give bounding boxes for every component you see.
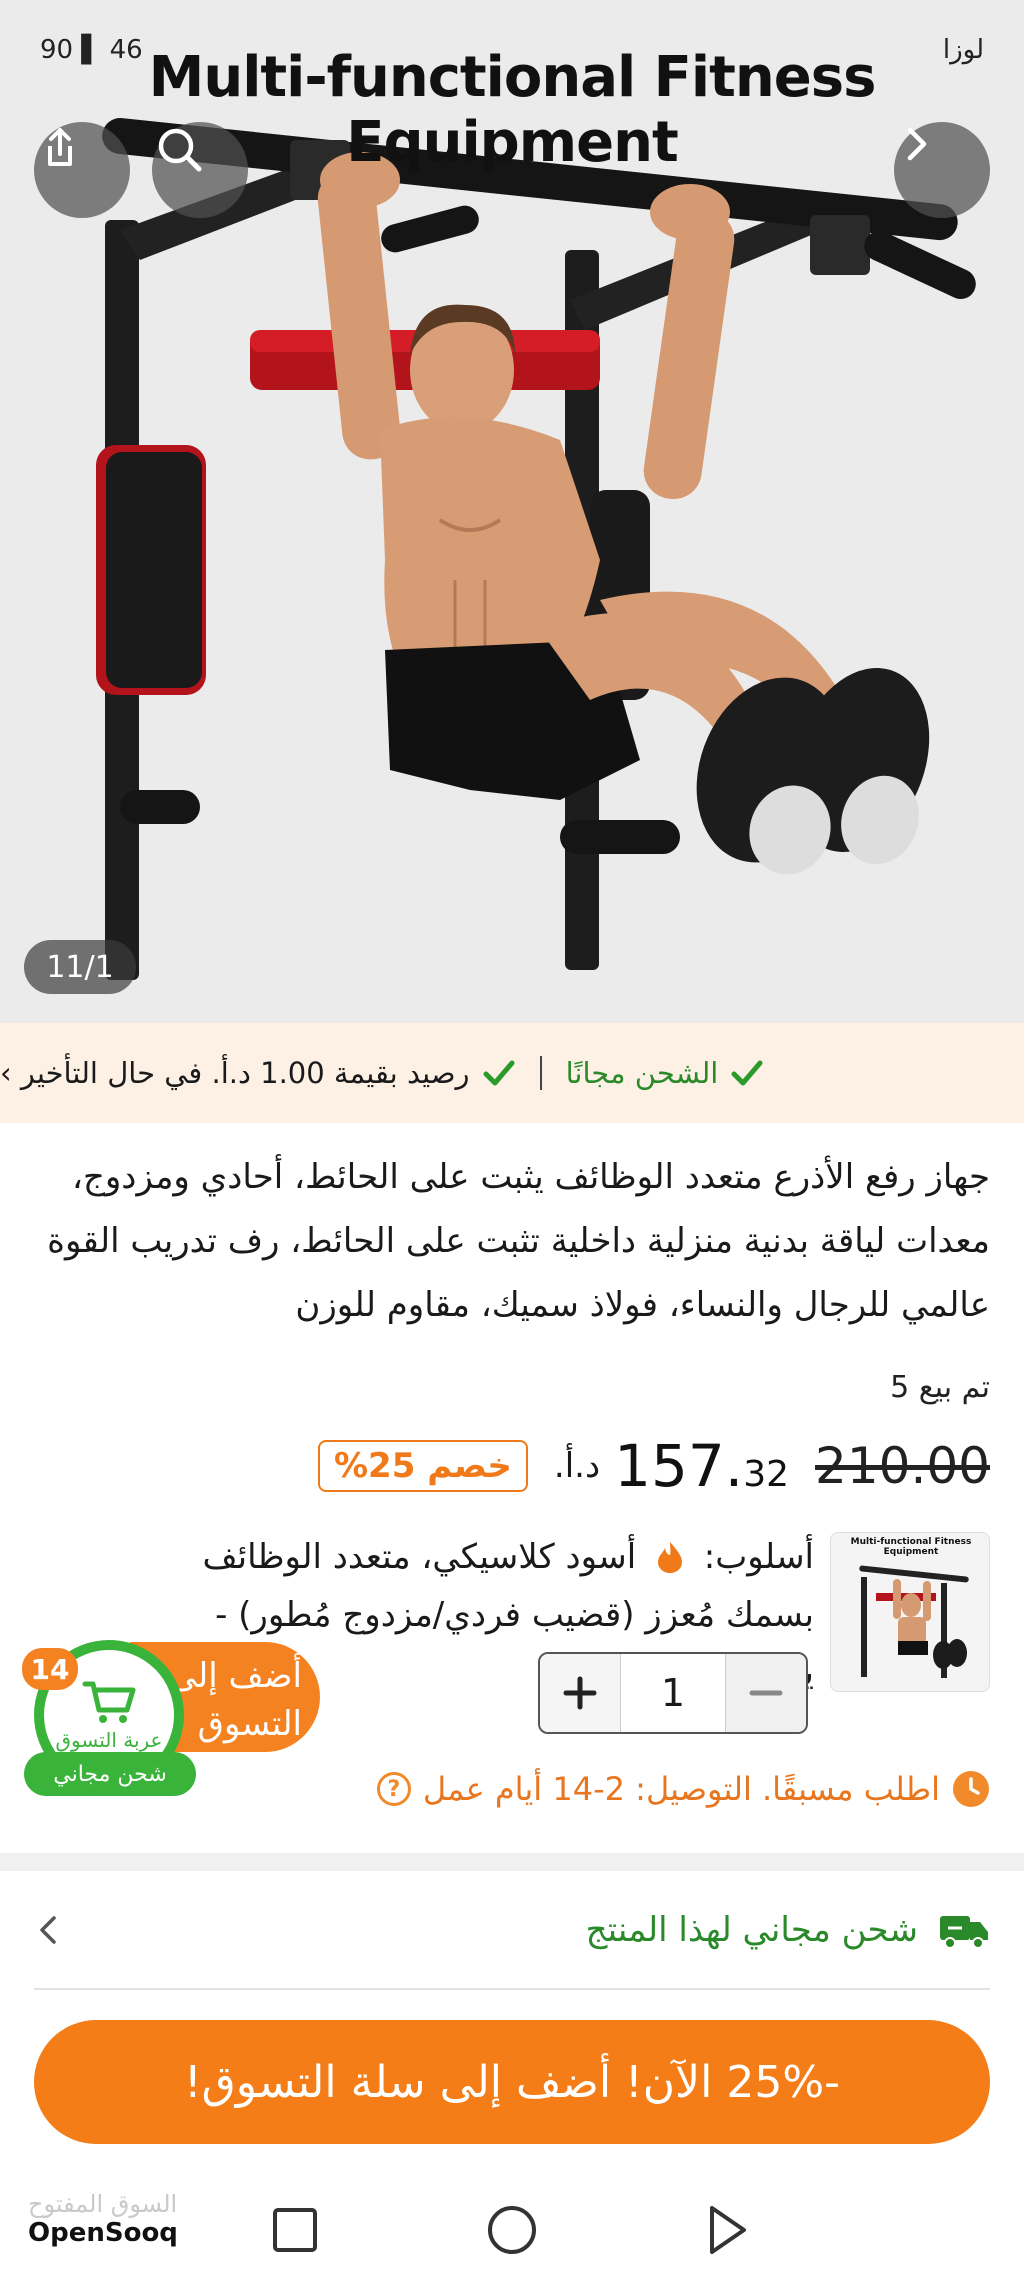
truck-icon	[940, 1916, 988, 1949]
delivery-text: اطلب مسبقًا. التوصيل: 2-14 أيام عمل	[422, 1770, 940, 1808]
opensooq-watermark: السوق المفتوح OpenSooq	[28, 2190, 178, 2248]
free-shipping-row[interactable]: شحن مجاني لهذا المنتج	[0, 1870, 1024, 1990]
image-counter: 11/1	[24, 940, 136, 994]
variant-thumbnail[interactable]: Multi-functional Fitness Equipment	[830, 1532, 990, 1692]
section-divider	[0, 1853, 1024, 1871]
decrease-quantity-button[interactable]	[726, 1654, 806, 1732]
plus-icon	[563, 1676, 597, 1710]
delivery-info: اطلب مسبقًا. التوصيل: 2-14 أيام عمل ?	[376, 1770, 990, 1808]
chevron-left-icon	[40, 1916, 56, 1944]
share-button[interactable]	[34, 122, 130, 218]
clock-icon	[953, 1771, 989, 1807]
recents-button[interactable]	[275, 2210, 315, 2250]
search-icon	[158, 128, 202, 172]
thumbnail-caption: Multi-functional Fitness Equipment	[850, 1537, 972, 1557]
cart-label: عربة التسوق	[55, 1728, 163, 1752]
sale-price-int: 157.	[614, 1432, 744, 1500]
quantity-value[interactable]: 1	[620, 1654, 726, 1732]
price-row: 210.00 157.32 د.أ. خصم 25%	[317, 1430, 990, 1502]
free-shipping-label: الشحن مجانًا	[565, 1056, 719, 1090]
cart-free-shipping-badge: شحن مجاني	[24, 1752, 196, 1796]
product-title: جهاز رفع الأذرع متعدد الوظائف يثبت على ا…	[47, 1157, 990, 1325]
cart-count-badge: 14	[22, 1648, 78, 1690]
sale-price: 157.32	[614, 1432, 789, 1500]
variant-label: أسلوب:	[703, 1537, 814, 1577]
next-image-button[interactable]	[894, 122, 990, 218]
add-to-cart-cta-button[interactable]: -25% الآن! أضف إلى سلة التسوق!	[34, 2020, 990, 2144]
shipping-info-strip[interactable]: الشحن مجانًا رصيد بقيمة 1.00 د.أ. في حال…	[0, 1023, 1024, 1123]
home-button[interactable]	[490, 2208, 534, 2252]
quantity-stepper[interactable]: 1	[538, 1652, 808, 1734]
status-right: لوزا	[942, 35, 984, 65]
watermark-en: OpenSooq	[28, 2218, 178, 2248]
check-icon	[483, 1060, 515, 1086]
status-left: 90 ▌ 46	[40, 35, 143, 65]
divider	[34, 1988, 990, 1990]
fire-icon	[657, 1542, 682, 1573]
free-shipping-item: الشحن مجانًا	[566, 1056, 765, 1090]
sold-count: تم بيع 5	[890, 1370, 990, 1405]
sale-price-dec: 32	[743, 1454, 790, 1495]
free-shipping-row-content: شحن مجاني لهذا المنتج	[586, 1910, 990, 1950]
free-shipping-row-label: شحن مجاني لهذا المنتج	[585, 1910, 918, 1950]
search-button[interactable]	[152, 122, 248, 218]
share-icon	[48, 128, 72, 166]
delay-credit-label: رصيد بقيمة 1.00 د.أ. في حال التأخير ›	[0, 1056, 470, 1090]
product-image-gallery[interactable]: 90 ▌ 46 لوزا Multi-functional Fitness Eq…	[0, 0, 1024, 1023]
chevron-right-icon	[907, 127, 927, 161]
original-price: 210.00	[815, 1437, 990, 1495]
help-icon[interactable]: ?	[376, 1772, 411, 1806]
currency: د.أ.	[553, 1446, 601, 1486]
delay-credit-item[interactable]: رصيد بقيمة 1.00 د.أ. في حال التأخير ›	[0, 1056, 516, 1090]
minus-icon	[749, 1690, 783, 1696]
increase-quantity-button[interactable]	[540, 1654, 620, 1732]
divider	[539, 1056, 542, 1090]
back-button[interactable]	[708, 2206, 748, 2254]
watermark-ar: السوق المفتوح	[28, 2190, 178, 2218]
discount-badge: خصم 25%	[317, 1440, 528, 1492]
check-icon	[731, 1060, 763, 1086]
status-bar: 90 ▌ 46 لوزا	[40, 30, 984, 70]
shopping-cart-icon	[82, 1681, 136, 1723]
